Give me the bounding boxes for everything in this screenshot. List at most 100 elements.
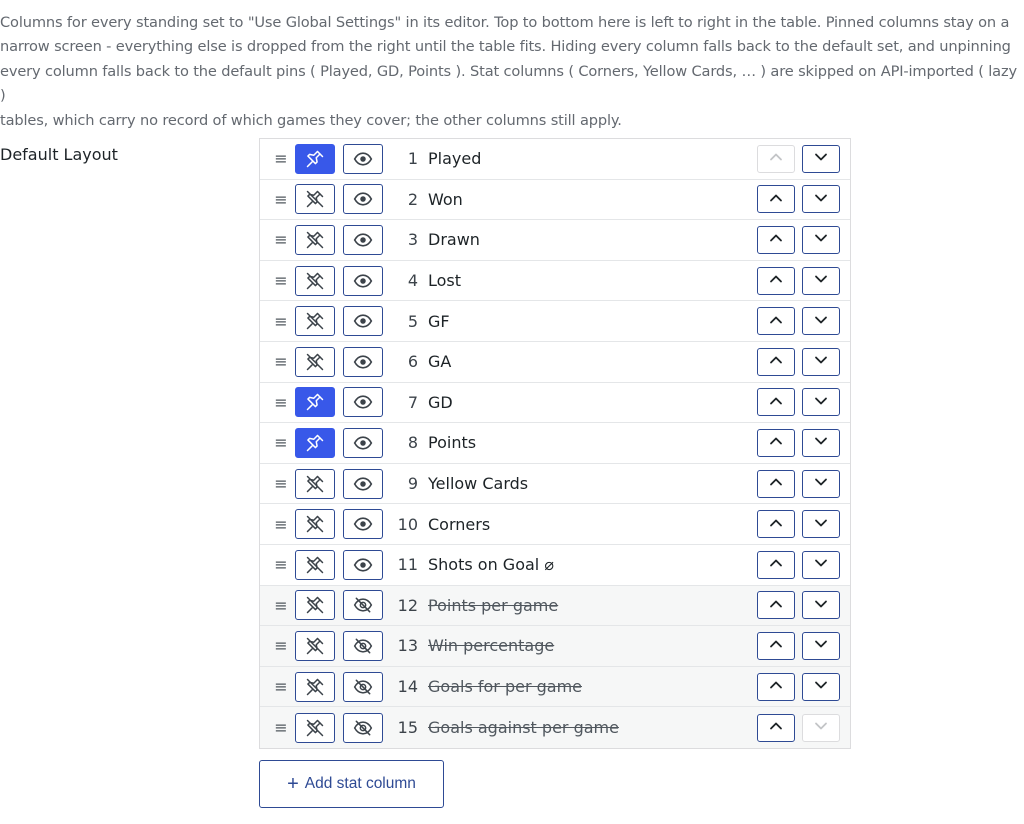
show-column-button[interactable] xyxy=(343,712,383,743)
show-column-button[interactable] xyxy=(343,671,383,702)
chevron-down-icon xyxy=(813,312,829,331)
hide-column-button[interactable] xyxy=(343,468,383,499)
move-up-button[interactable] xyxy=(757,591,795,620)
add-stat-column-button[interactable]: + Add stat column xyxy=(259,760,444,808)
move-down-button[interactable] xyxy=(802,672,840,701)
hide-column-button[interactable] xyxy=(343,143,383,174)
pin-column-button[interactable] xyxy=(295,590,335,621)
hide-column-button[interactable] xyxy=(343,549,383,580)
move-up-button[interactable] xyxy=(757,266,795,295)
drag-handle-icon[interactable]: ≡ xyxy=(272,180,290,220)
column-number: 2 xyxy=(407,189,418,209)
move-down-button[interactable] xyxy=(802,144,840,173)
show-column-button[interactable] xyxy=(343,590,383,621)
pin-column-button[interactable] xyxy=(295,346,335,377)
move-down-button[interactable] xyxy=(802,266,840,295)
settings-description: Columns for every standing set to "Use G… xyxy=(0,14,1017,129)
move-down-button[interactable] xyxy=(802,510,840,539)
column-number: 9 xyxy=(407,474,418,494)
move-down-button xyxy=(802,713,840,742)
unpin-column-button[interactable] xyxy=(295,427,335,458)
eye-off-icon xyxy=(353,636,373,656)
pin-column-button[interactable] xyxy=(295,671,335,702)
move-up-button[interactable] xyxy=(757,388,795,417)
hide-column-button[interactable] xyxy=(343,184,383,215)
drag-handle-icon[interactable]: ≡ xyxy=(272,586,290,626)
hide-column-button[interactable] xyxy=(343,346,383,377)
show-column-button[interactable] xyxy=(343,630,383,661)
pin-column-button[interactable] xyxy=(295,224,335,255)
pin-icon xyxy=(305,433,325,453)
hide-column-button[interactable] xyxy=(343,224,383,255)
column-number: 5 xyxy=(407,311,418,331)
chevron-down-icon xyxy=(813,230,829,249)
pin-column-button[interactable] xyxy=(295,630,335,661)
pin-column-button[interactable] xyxy=(295,549,335,580)
pin-column-button[interactable] xyxy=(295,265,335,296)
hide-column-button[interactable] xyxy=(343,306,383,337)
move-down-button[interactable] xyxy=(802,469,840,498)
move-up-button[interactable] xyxy=(757,550,795,579)
drag-handle-icon[interactable]: ≡ xyxy=(272,626,290,666)
drag-handle-icon[interactable]: ≡ xyxy=(272,301,290,341)
move-down-button[interactable] xyxy=(802,428,840,457)
move-down-button[interactable] xyxy=(802,591,840,620)
move-up-button[interactable] xyxy=(757,469,795,498)
chevron-up-icon xyxy=(768,230,784,249)
pin-column-button[interactable] xyxy=(295,184,335,215)
pin-icon xyxy=(305,392,325,412)
move-down-button[interactable] xyxy=(802,631,840,660)
drag-handle-icon[interactable]: ≡ xyxy=(272,383,290,423)
move-up-button[interactable] xyxy=(757,631,795,660)
move-down-button[interactable] xyxy=(802,388,840,417)
drag-handle-icon[interactable]: ≡ xyxy=(272,464,290,504)
drag-handle-icon[interactable]: ≡ xyxy=(272,423,290,463)
move-up-button[interactable] xyxy=(757,510,795,539)
drag-handle-icon[interactable]: ≡ xyxy=(272,545,290,585)
column-row: ≡ 8 Points xyxy=(260,423,850,464)
pin-column-button[interactable] xyxy=(295,509,335,540)
move-up-button[interactable] xyxy=(757,185,795,214)
chevron-up-icon xyxy=(768,636,784,655)
drag-handle-icon[interactable]: ≡ xyxy=(272,707,290,748)
move-down-button[interactable] xyxy=(802,307,840,336)
unpin-column-button[interactable] xyxy=(295,387,335,418)
eye-icon xyxy=(353,433,373,453)
move-up-button[interactable] xyxy=(757,347,795,376)
drag-handle-icon[interactable]: ≡ xyxy=(272,667,290,707)
move-up-button[interactable] xyxy=(757,307,795,336)
move-down-button[interactable] xyxy=(802,185,840,214)
drag-handle-icon[interactable]: ≡ xyxy=(272,342,290,382)
hide-column-button[interactable] xyxy=(343,427,383,458)
column-row: ≡ 10 Corners xyxy=(260,504,850,545)
drag-handle-icon[interactable]: ≡ xyxy=(272,261,290,301)
move-up-button[interactable] xyxy=(757,225,795,254)
hide-column-button[interactable] xyxy=(343,265,383,296)
move-up-button[interactable] xyxy=(757,672,795,701)
drag-handle-icon[interactable]: ≡ xyxy=(272,220,290,260)
move-down-button[interactable] xyxy=(802,225,840,254)
pin-column-button[interactable] xyxy=(295,468,335,499)
column-row: ≡ 9 Yellow Cards xyxy=(260,464,850,505)
pin-off-icon xyxy=(305,311,325,331)
chevron-up-icon xyxy=(768,149,784,168)
drag-handle-icon[interactable]: ≡ xyxy=(272,504,290,544)
move-down-button[interactable] xyxy=(802,347,840,376)
unpin-column-button[interactable] xyxy=(295,143,335,174)
move-up-button[interactable] xyxy=(757,428,795,457)
chevron-up-icon xyxy=(768,474,784,493)
column-name: Points xyxy=(428,433,477,453)
column-name: Played xyxy=(428,149,482,169)
move-up-button[interactable] xyxy=(757,713,795,742)
column-number: 14 xyxy=(397,677,418,697)
eye-icon xyxy=(353,271,373,291)
move-down-button[interactable] xyxy=(802,550,840,579)
column-name: Goals against per game xyxy=(428,718,619,738)
pin-off-icon xyxy=(305,230,325,250)
drag-handle-icon[interactable]: ≡ xyxy=(272,139,290,179)
hide-column-button[interactable] xyxy=(343,387,383,418)
pin-column-button[interactable] xyxy=(295,712,335,743)
pin-column-button[interactable] xyxy=(295,306,335,337)
column-name: Yellow Cards xyxy=(428,474,529,494)
hide-column-button[interactable] xyxy=(343,509,383,540)
